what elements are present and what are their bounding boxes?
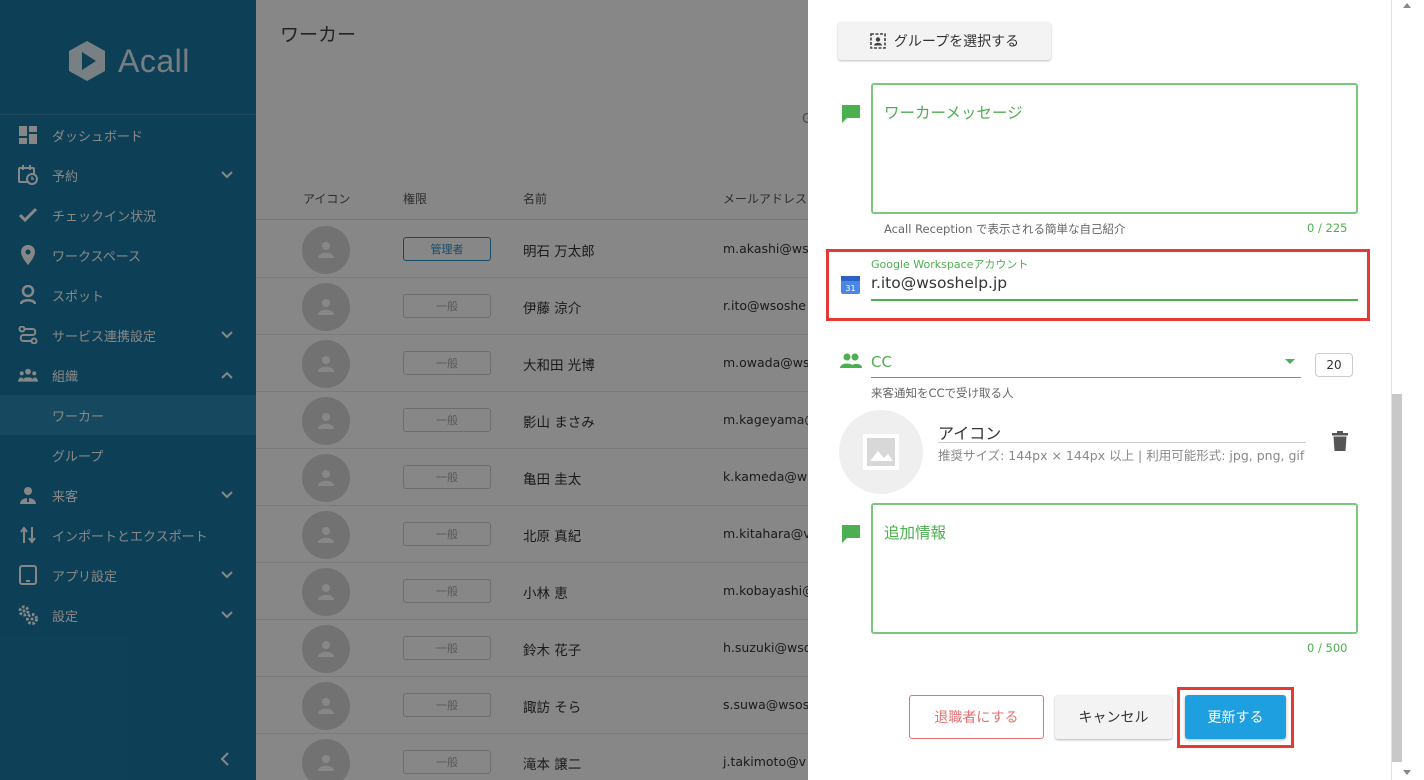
cc-select[interactable]: CC [871, 350, 1301, 378]
google-calendar-icon: 31 [841, 276, 860, 294]
worker-message-placeholder: ワーカーメッセージ [884, 104, 1023, 122]
trash-icon[interactable] [1332, 431, 1348, 451]
icon-preview[interactable] [839, 410, 923, 494]
dropdown-arrow-icon [1285, 359, 1295, 364]
image-placeholder-icon [863, 434, 899, 470]
cc-select-label: CC [871, 353, 892, 371]
scroll-up-arrow-icon[interactable] [1403, 3, 1411, 8]
scrollbar-thumb[interactable] [1392, 394, 1402, 762]
cc-hint: 来客通知をCCで受け取る人 [871, 386, 1014, 400]
google-workspace-label: Google Workspaceアカウント [871, 258, 1029, 271]
cancel-button[interactable]: キャンセル [1055, 695, 1172, 739]
info-message-icon [842, 525, 860, 543]
icon-requirements: 推奨サイズ: 144px × 144px 以上 | 利用可能形式: jpg, p… [938, 448, 1305, 463]
people-group-icon [840, 353, 862, 368]
retire-button[interactable]: 退職者にする [909, 695, 1044, 739]
worker-edit-panel: グループを選択する ワーカーメッセージ Acall Reception で表示さ… [808, 0, 1391, 780]
worker-message-textarea[interactable]: ワーカーメッセージ [871, 83, 1358, 214]
cc-number-field[interactable]: 20 [1315, 353, 1353, 377]
select-group-label: グループを選択する [893, 34, 1020, 50]
scroll-down-arrow-icon[interactable] [1403, 770, 1411, 775]
worker-message-hint: Acall Reception で表示される簡単な自己紹介 [884, 222, 1126, 236]
additional-info-placeholder: 追加情報 [884, 524, 947, 542]
google-workspace-input[interactable]: r.ito@wsoshelp.jp [871, 273, 1358, 301]
group-select-icon [870, 33, 886, 49]
worker-message-counter: 0 / 225 [1307, 221, 1348, 235]
message-icon [842, 105, 860, 123]
modal-backdrop[interactable] [0, 0, 808, 780]
icon-title: アイコン [938, 420, 1306, 443]
svg-text:31: 31 [845, 284, 855, 293]
additional-info-textarea[interactable]: 追加情報 [871, 503, 1358, 634]
scrollbar[interactable] [1391, 0, 1424, 780]
select-group-button[interactable]: グループを選択する [838, 22, 1051, 60]
update-button[interactable]: 更新する [1185, 695, 1286, 739]
additional-info-counter: 0 / 500 [1307, 641, 1348, 655]
